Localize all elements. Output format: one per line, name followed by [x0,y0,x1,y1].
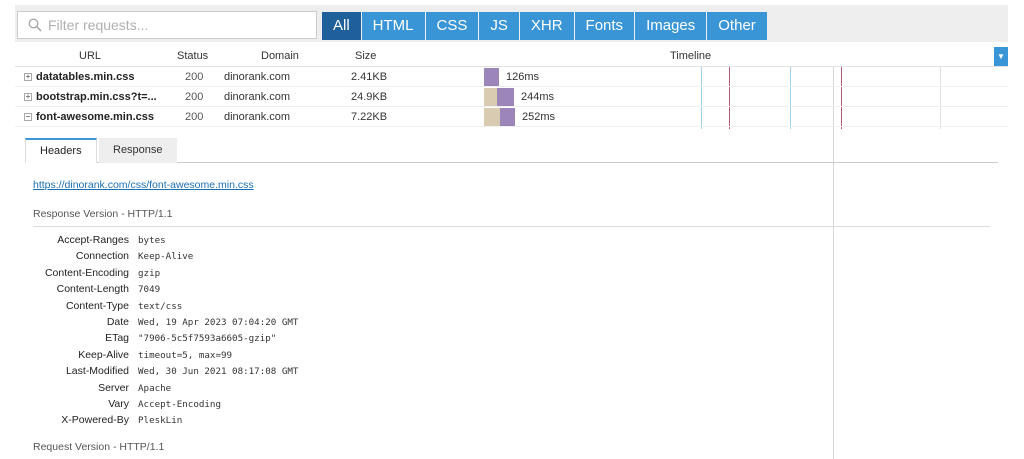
request-url: bootstrap.min.css?t=... [36,91,157,103]
detail-tabs: Headers Response [25,138,998,163]
tab-js[interactable]: JS [479,12,519,40]
header-value: Wed, 19 Apr 2023 07:04:20 GMT [138,316,299,328]
header-value: Apache [138,382,172,394]
collapse-icon[interactable]: − [24,113,32,121]
header-name: Server [98,381,129,394]
header-name: Keep-Alive [78,348,129,361]
header-value: gzip [138,267,161,279]
header-value: bytes [138,235,166,246]
column-header-url[interactable]: URL [79,50,101,62]
chevron-down-icon[interactable]: ▼ [994,47,1008,66]
request-status: 200 [185,111,204,123]
request-version-heading: Request Version - HTTP/1.1 [33,441,165,453]
request-url: font-awesome.min.css [36,111,154,123]
header-value: timeout=5, max=99 [138,349,233,361]
header-name: Vary [108,397,129,410]
tab-headers[interactable]: Headers [25,138,97,163]
header-row: Content-Length 7049 [33,283,633,299]
request-duration: 126ms [506,71,540,83]
column-header-status[interactable]: Status [177,50,208,62]
request-status: 200 [185,71,204,83]
tab-response[interactable]: Response [99,138,177,163]
tab-other[interactable]: Other [707,12,767,40]
header-row: Connection Keep-Alive [33,250,633,266]
column-header-size[interactable]: Size [355,50,376,62]
header-name: Date [106,315,129,328]
header-row: Server Apache [33,382,633,398]
header-value: 7049 [138,284,161,296]
header-name: Content-Encoding [44,266,129,279]
header-row: ETag "7906-5c5f7593a6605-gzip" [33,332,633,348]
request-size: 24.9KB [351,91,388,103]
tab-all[interactable]: All [322,12,361,40]
request-row[interactable]: + datatables.min.css 200 dinorank.com 2.… [15,67,1008,87]
timeline-receive-bar [500,108,515,126]
header-row: Vary Accept-Encoding [33,398,633,414]
timeline-wait-bar [484,108,500,126]
request-domain: dinorank.com [224,91,291,103]
header-row: Last-Modified Wed, 30 Jun 2021 08:17:08 G… [33,365,633,381]
tab-xhr[interactable]: XHR [519,12,574,40]
header-value: Wed, 30 Jun 2021 08:17:08 GMT [138,366,299,378]
request-row-selected[interactable]: − font-awesome.min.css 200 dinorank.com … [15,107,1008,127]
column-header-timeline[interactable]: Timeline [670,50,711,62]
network-toolbar: All HTML CSS JS XHR Fonts Images Other [15,5,1008,42]
header-value: Keep-Alive [138,251,194,263]
header-name: X-Powered-By [61,414,129,427]
expand-icon[interactable]: + [24,93,32,101]
header-row: Date Wed, 19 Apr 2023 07:04:20 GMT [33,316,633,332]
divider [33,226,990,227]
header-name: Content-Type [65,299,129,312]
header-value: PleskLin [138,415,183,427]
header-name: Last-Modified [65,365,129,378]
timeline-receive-bar [497,88,514,106]
type-filter-tabs: All HTML CSS JS XHR Fonts Images Other [322,12,767,40]
request-table-header: URL Status Domain Size Timeline ▼ [15,46,1008,67]
header-name: Connection [75,250,129,263]
request-domain: dinorank.com [224,71,291,83]
tab-html[interactable]: HTML [361,12,425,40]
column-header-domain[interactable]: Domain [261,50,299,62]
request-duration: 244ms [521,91,555,103]
request-list: + datatables.min.css 200 dinorank.com 2.… [15,67,1008,127]
search-icon [28,18,42,32]
header-name: Content-Length [56,283,129,296]
timeline-wait-bar [484,88,497,106]
expand-icon[interactable]: + [24,73,32,81]
tab-css[interactable]: CSS [425,12,479,40]
request-detail-panel: Headers Response https://dinorank.com/cs… [25,138,998,453]
header-row: Content-Type text/css [33,300,633,316]
request-domain: dinorank.com [224,111,291,123]
response-headers-list: Accept-Ranges bytes Connection Keep-Alive … [33,234,633,431]
header-row: X-Powered-By PleskLin [33,414,633,430]
request-url-link[interactable]: https://dinorank.com/css/font-awesome.mi… [33,179,254,191]
header-value: Accept-Encoding [138,398,221,410]
request-duration: 252ms [522,111,556,123]
request-row[interactable]: + bootstrap.min.css?t=... 200 dinorank.c… [15,87,1008,107]
request-size: 2.41KB [351,71,388,83]
filter-input[interactable] [48,12,312,38]
timeline-receive-bar [484,68,499,86]
header-name: ETag [105,332,129,345]
filter-box[interactable] [17,11,317,39]
request-url: datatables.min.css [36,71,135,83]
header-name: Accept-Ranges [57,234,129,246]
response-version-heading: Response Version - HTTP/1.1 [33,208,173,220]
header-value: "7906-5c5f7593a6605-gzip" [138,333,277,345]
request-status: 200 [185,91,204,103]
header-value: text/css [138,300,183,312]
request-size: 7.22KB [351,111,388,123]
header-row: Accept-Ranges bytes [33,234,633,250]
tab-fonts[interactable]: Fonts [574,12,635,40]
header-row: Keep-Alive timeout=5, max=99 [33,349,633,365]
tab-images[interactable]: Images [635,12,707,40]
header-row: Content-Encoding gzip [33,267,633,283]
